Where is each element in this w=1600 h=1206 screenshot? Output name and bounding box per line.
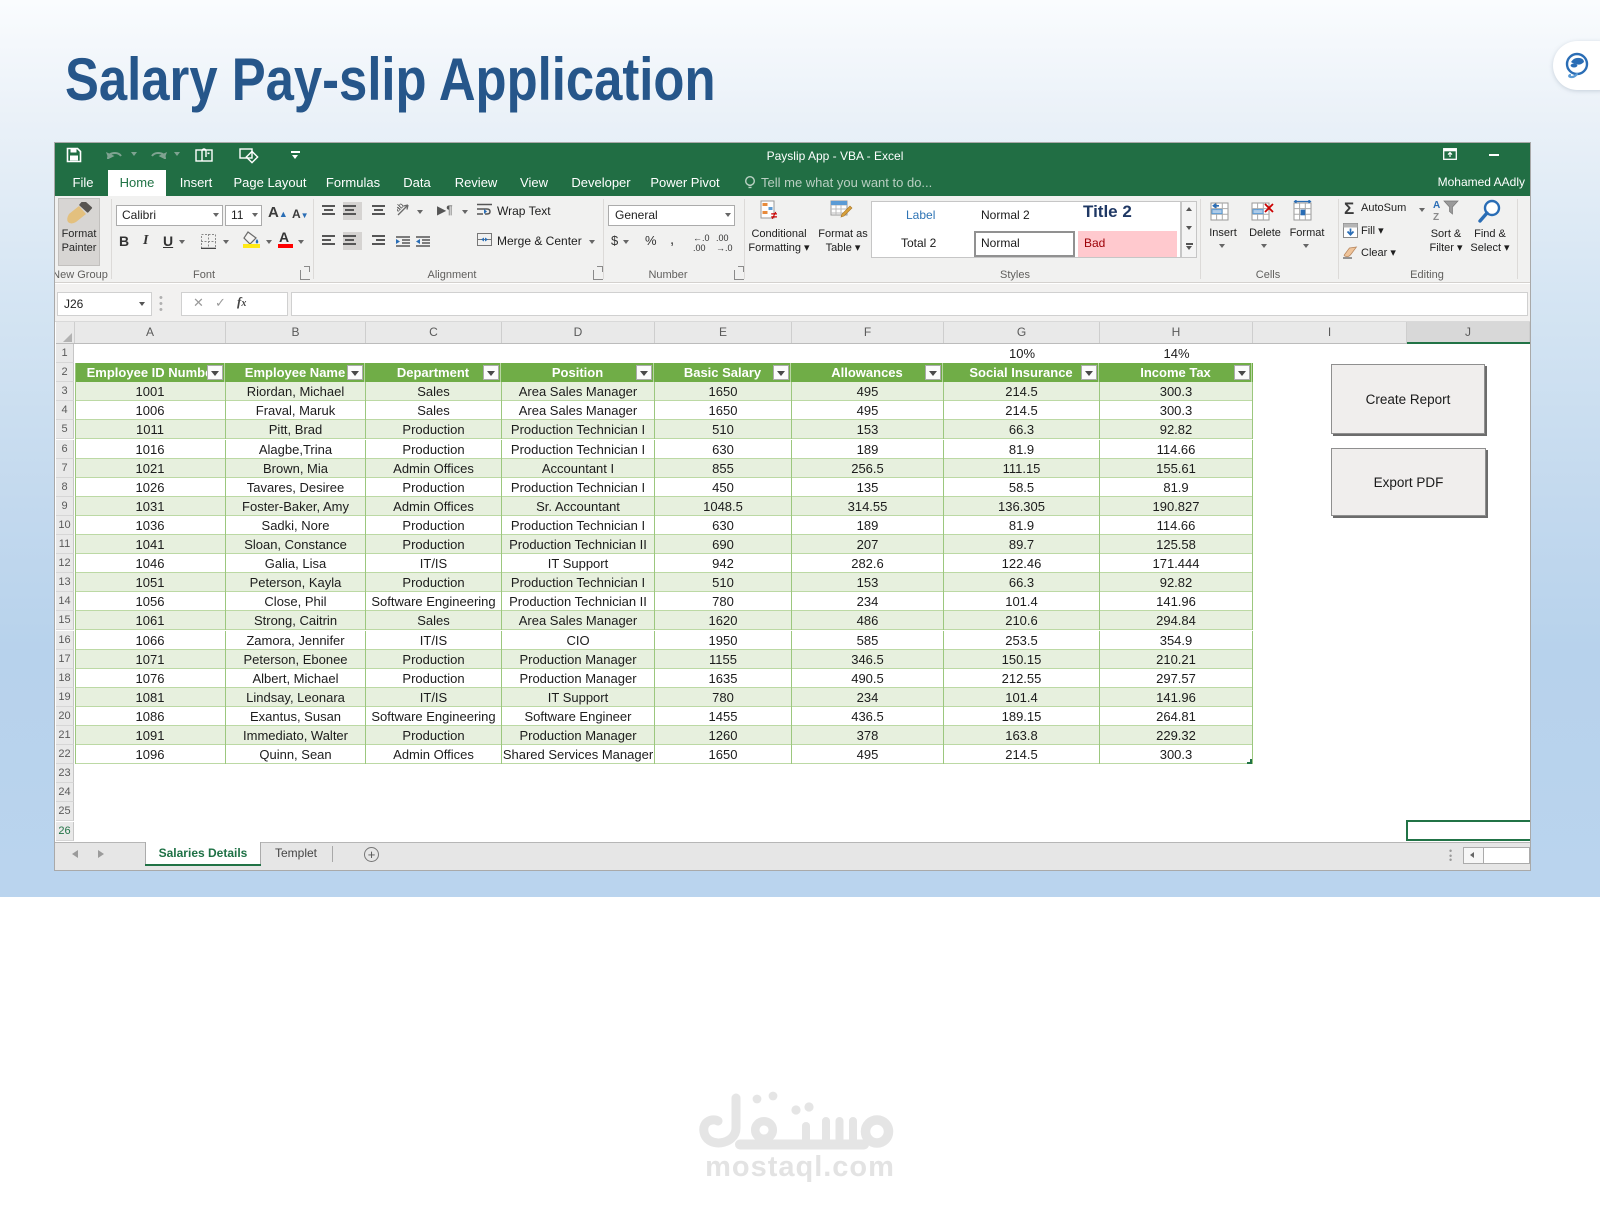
svg-text:A: A	[1433, 200, 1440, 211]
svg-text:≠: ≠	[771, 210, 777, 222]
svg-text:Z: Z	[1433, 212, 1439, 223]
